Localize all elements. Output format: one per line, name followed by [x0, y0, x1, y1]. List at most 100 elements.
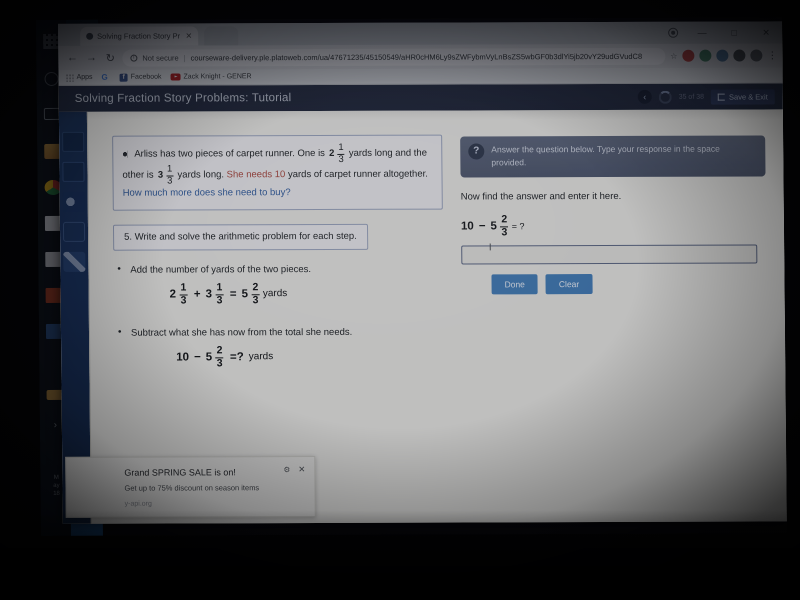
content-card: Arliss has two pieces of carpet runner. … — [65, 109, 787, 524]
bookmark-star-icon[interactable]: ☆ — [670, 51, 677, 60]
youtube-icon — [170, 73, 181, 81]
s1-t2-den: 3 — [215, 293, 224, 306]
note-bubble-icon[interactable] — [62, 221, 86, 242]
ans-whole: 5 — [490, 219, 497, 232]
s1-t2-fraction: 1 3 — [215, 281, 224, 306]
previous-page-button[interactable]: ‹ — [637, 89, 652, 104]
extension-icon-4[interactable] — [733, 49, 746, 62]
problem-line1a: Arliss has two pieces of carpet runner. … — [134, 148, 325, 160]
omnibox-separator: | — [183, 52, 186, 62]
gear-icon[interactable]: ⚙ — [283, 465, 290, 474]
clear-button[interactable]: Clear — [545, 274, 593, 295]
forward-button[interactable]: → — [84, 52, 98, 64]
s1-t1-fraction: 1 3 — [179, 281, 188, 306]
toast-source: y-api.org — [124, 500, 152, 508]
speaker-icon[interactable] — [122, 150, 132, 158]
screen-area: › M ay 18 Solving Fraction Story Pr ✕ — … — [36, 17, 787, 536]
chrome-window: Solving Fraction Story Pr ✕ — □ ✕ ← → ↻ — [58, 21, 787, 524]
back-button[interactable]: ← — [65, 52, 79, 64]
tab-close-icon[interactable]: ✕ — [185, 31, 192, 40]
frac1-numerator: 1 — [338, 141, 344, 153]
google-bookmark[interactable]: G — [101, 73, 110, 82]
s1-t2-whole: 3 — [205, 287, 213, 300]
ans-fraction: 2 3 — [500, 213, 509, 238]
answer-buttons: Done Clear — [461, 273, 766, 295]
s2-t2-whole: 5 — [205, 350, 213, 363]
profile-avatar[interactable] — [660, 27, 686, 38]
minimize-button[interactable]: — — [686, 22, 718, 44]
notes-icon[interactable] — [62, 131, 85, 152]
ans-num: 2 — [501, 213, 508, 226]
extension-icon-2[interactable] — [699, 49, 712, 62]
ans-den: 3 — [500, 225, 509, 238]
done-button[interactable]: Done — [491, 274, 538, 295]
s1-op2: = — [229, 287, 237, 300]
s1-t3-fraction: 2 3 — [251, 281, 260, 306]
reload-button[interactable]: ↻ — [103, 51, 117, 64]
frac2-denominator: 3 — [166, 175, 174, 187]
close-icon[interactable]: ✕ — [298, 464, 305, 475]
maximize-button[interactable]: □ — [718, 22, 750, 44]
tab-title: Solving Fraction Story Pr — [97, 31, 181, 41]
s2-unit: yards — [248, 351, 274, 363]
cortana-search-icon[interactable] — [44, 71, 59, 86]
lesson-body: Arliss has two pieces of carpet runner. … — [58, 109, 787, 524]
chrome-menu-icon[interactable]: ⋮ — [767, 50, 776, 61]
s2-t2-fraction: 2 3 — [215, 344, 224, 369]
progress-ring-icon — [658, 90, 672, 104]
not-secure-label: Not secure — [142, 53, 179, 63]
answer-input[interactable]: I — [461, 242, 758, 265]
browser-tab-active[interactable]: Solving Fraction Story Pr ✕ — [80, 26, 199, 46]
apps-bookmark[interactable]: Apps — [65, 73, 93, 82]
facebook-icon: f — [119, 73, 128, 82]
text-cursor-icon: I — [488, 242, 492, 254]
speaker-icon[interactable] — [62, 191, 85, 212]
lesson-header-actions: ‹ 35 of 38 Save & Exit — [637, 88, 775, 105]
youtube-bookmark[interactable]: Zack Knight - GENER — [170, 73, 252, 81]
extension-icon-1[interactable] — [682, 49, 695, 62]
s2-op1: − — [193, 350, 201, 363]
answer-prompt: Now find the answer and enter it here. — [460, 190, 622, 203]
frac2-whole: 3 — [157, 169, 164, 181]
problem-line2a: other is — [122, 169, 154, 181]
s1-t1-whole: 2 — [169, 288, 177, 301]
highlighter-icon[interactable] — [63, 251, 86, 272]
web-page: Solving Fraction Story Problems: Tutoria… — [58, 83, 787, 524]
new-tab-button[interactable] — [204, 26, 239, 46]
extension-icon-3[interactable] — [716, 49, 729, 62]
facebook-bookmark-label: Facebook — [130, 73, 162, 81]
url-text: courseware-delivery.ple.platoweb.com/ua/… — [190, 51, 643, 62]
toast-title: Grand SPRING SALE is on! — [124, 467, 236, 478]
save-exit-button[interactable]: Save & Exit — [710, 88, 775, 105]
toast-actions: ⚙ ✕ — [283, 464, 305, 475]
step-1-text: Add the number of yards of the two piece… — [113, 264, 443, 276]
notification-toast[interactable]: Grand SPRING SALE is on! Get up to 75% d… — [65, 456, 316, 518]
address-bar[interactable]: i Not secure | courseware-delivery.ple.p… — [122, 47, 666, 67]
toast-subtitle: Get up to 75% discount on season items — [124, 483, 260, 493]
google-g-icon: G — [101, 72, 108, 82]
ans-tail: = ? — [511, 220, 525, 231]
exit-icon — [717, 93, 726, 101]
s2-t2-den: 3 — [215, 356, 224, 369]
grid-icon — [65, 73, 74, 82]
monitor-photo: › M ay 18 Solving Fraction Story Pr ✕ — … — [0, 0, 800, 600]
problem-statement: Arliss has two pieces of carpet runner. … — [112, 134, 443, 211]
answer-column: ? Answer the question below. Type your r… — [460, 133, 767, 367]
dictionary-icon[interactable] — [62, 161, 85, 182]
s2-op2: =? — [229, 350, 244, 363]
facebook-bookmark[interactable]: f Facebook — [119, 73, 162, 82]
s1-t3-den: 3 — [251, 293, 260, 306]
extension-icon-5[interactable] — [750, 49, 763, 62]
info-icon: i — [130, 54, 138, 62]
step-1-equation: 2 1 3 + 3 1 3 = 5 2 3 yards — [114, 281, 444, 306]
ans-left: 10 — [460, 219, 474, 233]
frac2-parts: 1 3 — [166, 164, 174, 187]
close-window-button[interactable]: ✕ — [750, 21, 782, 43]
step-1: Add the number of yards of the two piece… — [113, 264, 443, 306]
question-5-box: 5. Write and solve the arithmetic proble… — [112, 223, 368, 251]
two-column-layout: Arliss has two pieces of carpet runner. … — [88, 109, 785, 369]
tab-favicon-icon — [86, 32, 94, 40]
s1-t3-whole: 5 — [241, 287, 249, 300]
tab-strip: Solving Fraction Story Pr ✕ — □ ✕ — [58, 21, 783, 46]
s1-t2-num: 1 — [216, 281, 223, 294]
